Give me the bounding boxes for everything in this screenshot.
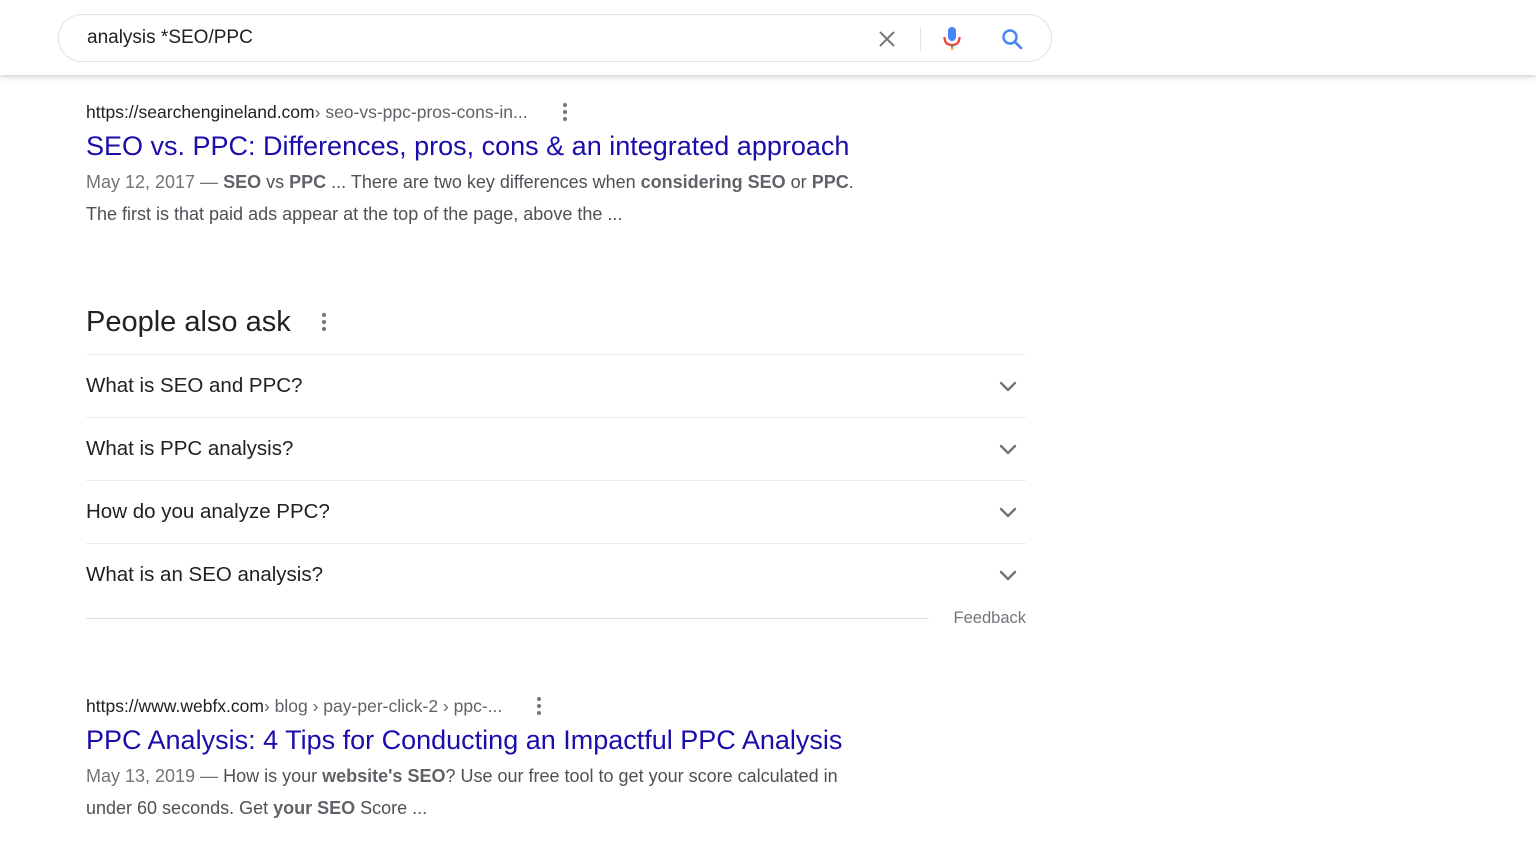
snippet-line-2: The first is that paid ads appear at the… bbox=[86, 204, 623, 224]
search-result: https://searchengineland.com › seo-vs-pp… bbox=[86, 100, 946, 230]
snippet-text-segment: vs bbox=[261, 172, 290, 192]
paa-question-text: What is an SEO analysis? bbox=[86, 563, 323, 586]
paa-question-text: How do you analyze PPC? bbox=[86, 500, 330, 523]
microphone-icon bbox=[943, 27, 961, 50]
paa-more-options-button[interactable] bbox=[315, 311, 333, 333]
result-date: May 12, 2017 bbox=[86, 172, 196, 192]
snippet-line-1: May 13, 2019 — How is your website's SEO… bbox=[86, 760, 946, 792]
paa-question-item[interactable]: What is PPC analysis? bbox=[86, 417, 1026, 480]
snippet-line-2: under 60 seconds. Get your SEO Score ... bbox=[86, 792, 946, 824]
paa-question-text: What is PPC analysis? bbox=[86, 437, 294, 460]
result-domain: https://searchengineland.com bbox=[86, 101, 315, 122]
snippet-text-segment: How is your bbox=[223, 766, 323, 786]
people-also-ask-title: People also ask bbox=[86, 305, 291, 338]
result-date: May 13, 2019 bbox=[86, 766, 196, 786]
snippet-bold-term: website's SEO bbox=[322, 766, 446, 786]
result-title-link[interactable]: PPC Analysis: 4 Tips for Conducting an I… bbox=[86, 722, 946, 758]
search-input[interactable] bbox=[87, 15, 847, 61]
result-snippet: May 12, 2017 — SEO vs PPC ... There are … bbox=[86, 166, 946, 230]
search-box[interactable] bbox=[58, 14, 1052, 62]
snippet-text-segment: . bbox=[848, 172, 854, 192]
paa-question-item[interactable]: What is SEO and PPC? bbox=[86, 354, 1026, 417]
snippet-bold-term: your SEO bbox=[273, 798, 356, 818]
snippet-text-segment: Score ... bbox=[355, 798, 428, 818]
snippet-bold-term: considering SEO bbox=[640, 172, 786, 192]
chevron-down-icon bbox=[996, 563, 1020, 587]
result-path: › blog › pay-per-click-2 › ppc-... bbox=[263, 695, 503, 716]
result-cite: https://www.webfx.com › blog › pay-per-c… bbox=[86, 694, 946, 718]
more-vert-icon bbox=[321, 313, 326, 317]
chevron-down-icon bbox=[996, 500, 1020, 524]
more-vert-icon bbox=[537, 697, 542, 701]
search-box-divider bbox=[920, 27, 921, 51]
people-also-ask-list: What is SEO and PPC? What is PPC analysi… bbox=[86, 354, 1026, 606]
result-snippet: May 13, 2019 — How is your website's SEO… bbox=[86, 760, 946, 824]
search-result: https://www.webfx.com › blog › pay-per-c… bbox=[86, 694, 946, 824]
paa-question-text: What is SEO and PPC? bbox=[86, 374, 303, 397]
snippet-text: SEO vs PPC ... There are two key differe… bbox=[223, 172, 854, 192]
paa-question-item[interactable]: What is an SEO analysis? bbox=[86, 543, 1026, 606]
date-separator: — bbox=[195, 172, 224, 192]
search-header bbox=[0, 0, 1536, 75]
date-separator: — bbox=[195, 766, 224, 786]
chevron-down-icon bbox=[996, 374, 1020, 398]
search-icon bbox=[1002, 29, 1023, 50]
result-title-link[interactable]: SEO vs. PPC: Differences, pros, cons & a… bbox=[86, 128, 946, 164]
clear-search-button[interactable] bbox=[873, 25, 901, 53]
paa-feedback-row: Feedback bbox=[86, 606, 1026, 630]
voice-search-button[interactable] bbox=[937, 25, 967, 53]
more-vert-icon bbox=[562, 103, 567, 107]
snippet-text-segment: ? Use our free tool to get your score ca… bbox=[445, 766, 838, 786]
snippet-bold-term: SEO bbox=[223, 172, 262, 192]
snippet-text-segment: ... There are two key differences when bbox=[326, 172, 641, 192]
divider bbox=[86, 618, 929, 619]
result-domain: https://www.webfx.com bbox=[86, 695, 264, 716]
chevron-down-icon bbox=[996, 437, 1020, 461]
feedback-link[interactable]: Feedback bbox=[954, 606, 1026, 630]
snippet-bold-term: PPC bbox=[811, 172, 849, 192]
search-button[interactable] bbox=[997, 25, 1027, 53]
snippet-text-segment: under 60 seconds. Get bbox=[86, 798, 274, 818]
snippet-text: How is your website's SEO? Use our free … bbox=[223, 766, 838, 786]
snippet-line-1: May 12, 2017 — SEO vs PPC ... There are … bbox=[86, 166, 946, 198]
people-also-ask-header: People also ask bbox=[86, 300, 333, 344]
snippet-bold-term: PPC bbox=[289, 172, 327, 192]
result-path: › seo-vs-ppc-pros-cons-in... bbox=[314, 101, 528, 122]
result-more-options-button[interactable] bbox=[556, 101, 574, 123]
result-cite: https://searchengineland.com › seo-vs-pp… bbox=[86, 100, 946, 124]
paa-question-item[interactable]: How do you analyze PPC? bbox=[86, 480, 1026, 543]
result-more-options-button[interactable] bbox=[530, 695, 548, 717]
close-icon bbox=[879, 31, 895, 47]
snippet-text-segment: or bbox=[785, 172, 812, 192]
